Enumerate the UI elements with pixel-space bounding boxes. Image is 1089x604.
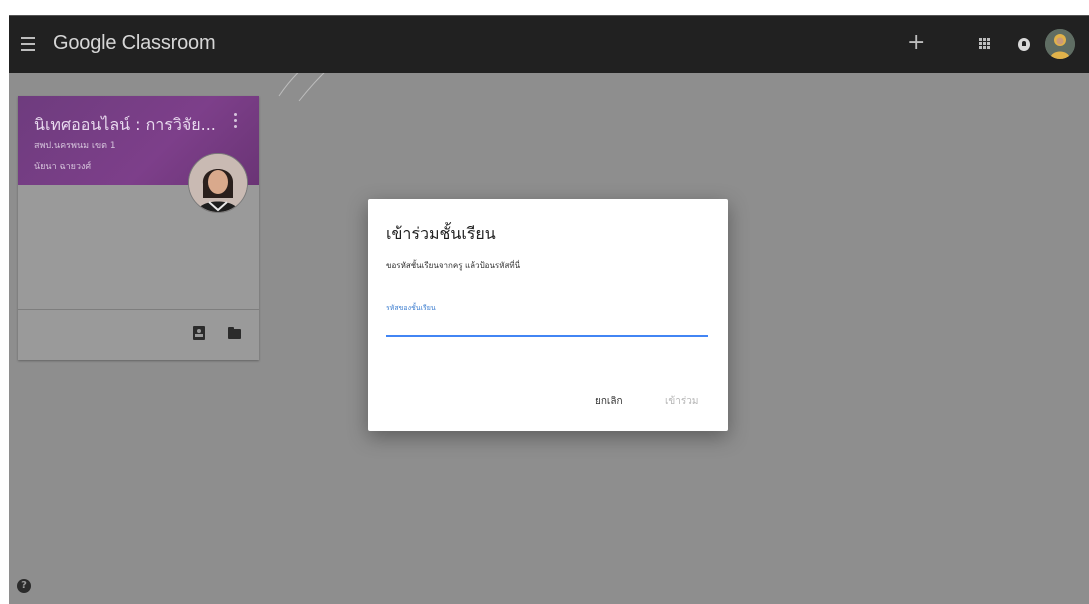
top-app-bar: Google Classroom +: [9, 16, 1089, 73]
teacher-avatar: [188, 153, 248, 213]
hamburger-menu-icon[interactable]: [21, 37, 35, 51]
folder-icon[interactable]: [228, 327, 241, 339]
join-class-dialog: เข้าร่วมชั้นเรียน ขอรหัสชั้นเรียนจากครู …: [368, 199, 728, 431]
join-button[interactable]: เข้าร่วม: [665, 394, 698, 409]
cancel-button[interactable]: ยกเลิก: [595, 394, 623, 409]
class-code-label: รหัสของชั้นเรียน: [386, 304, 436, 312]
create-or-join-button[interactable]: +: [907, 30, 925, 55]
dialog-title: เข้าร่วมชั้นเรียน: [386, 224, 496, 243]
notification-icon[interactable]: [1018, 38, 1030, 51]
apps-grid-icon[interactable]: [979, 38, 991, 50]
dialog-description: ขอรหัสชั้นเรียนจากครู แล้วป้อนรหัสที่นี่: [386, 261, 521, 270]
class-code-input[interactable]: [386, 315, 708, 337]
class-card[interactable]: นิเทศออนไลน์ : การวิจัย... สพป.นครพนม เข…: [18, 96, 259, 360]
class-title[interactable]: นิเทศออนไลน์ : การวิจัย...: [34, 113, 219, 138]
class-teacher: นัยนา ฉายวงศ์: [34, 162, 92, 172]
assignment-icon[interactable]: [193, 326, 205, 340]
class-section: สพป.นครพนม เขต 1: [34, 141, 116, 151]
app-window: Google Classroom + นิเทศออนไลน์ : การวิจ…: [9, 15, 1089, 604]
help-icon[interactable]: ?: [17, 579, 31, 593]
more-vert-icon[interactable]: [234, 113, 238, 129]
account-avatar[interactable]: [1045, 29, 1075, 59]
app-title[interactable]: Google Classroom: [53, 32, 216, 55]
card-divider: [18, 309, 259, 310]
